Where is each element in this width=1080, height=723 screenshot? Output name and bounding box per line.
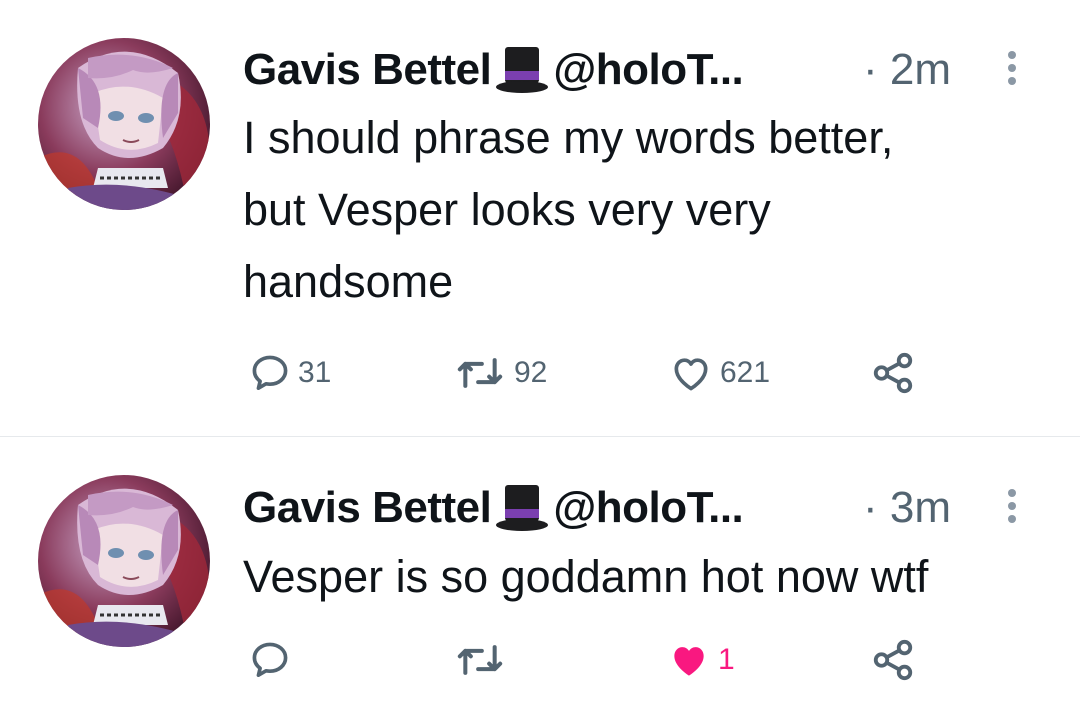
avatar[interactable] — [38, 38, 210, 210]
tweet-text: I should phrase my words better, but Ves… — [243, 102, 1043, 318]
reply-button[interactable] — [248, 630, 298, 690]
tweet-text-line: but Vesper looks very very — [243, 184, 771, 235]
retweet-button[interactable]: 92 — [452, 343, 547, 403]
like-count: 621 — [720, 356, 771, 389]
share-icon — [873, 352, 913, 394]
author-name[interactable]: Gavis Bettel — [243, 483, 492, 533]
share-button[interactable] — [870, 343, 916, 403]
author-handle[interactable]: @holoT... — [553, 45, 743, 95]
reply-count: 31 — [298, 356, 332, 389]
tweet-time[interactable]: · 3m — [863, 483, 951, 533]
author-handle[interactable]: @holoT... — [553, 483, 743, 533]
more-options-icon[interactable] — [1000, 484, 1024, 532]
like-count: 1 — [718, 643, 735, 676]
reply-icon — [252, 642, 288, 678]
tweet-actions: 1 — [248, 630, 948, 690]
reply-icon — [252, 355, 288, 391]
tweet-actions: 31 92 621 — [248, 343, 948, 403]
retweet-icon — [457, 358, 503, 388]
share-button[interactable] — [870, 630, 916, 690]
top-hat-icon — [493, 41, 551, 99]
retweet-icon — [457, 645, 503, 675]
tweet[interactable]: Gavis Bettel @holoT... · 3m Vesper is so… — [0, 437, 1080, 723]
tweet-text-line: I should phrase my words better, — [243, 112, 894, 163]
top-hat-icon — [493, 479, 551, 537]
retweet-count: 92 — [514, 356, 548, 389]
reply-button[interactable]: 31 — [248, 343, 331, 403]
retweet-button[interactable] — [452, 630, 514, 690]
author-name[interactable]: Gavis Bettel — [243, 45, 492, 95]
tweet-time[interactable]: · 2m — [863, 45, 951, 95]
tweet[interactable]: Gavis Bettel @holoT... · 2m I should phr… — [0, 0, 1080, 436]
tweet-text: Vesper is so goddamn hot now wtf — [243, 541, 1043, 613]
share-icon — [873, 639, 913, 681]
tweet-header: Gavis Bettel @holoT... · 2m — [243, 40, 1043, 100]
tweet-header: Gavis Bettel @holoT... · 3m — [243, 478, 1043, 538]
like-button[interactable]: 621 — [668, 343, 770, 403]
more-options-icon[interactable] — [1000, 46, 1024, 94]
like-button[interactable]: 1 — [666, 630, 735, 690]
heart-filled-icon — [674, 647, 704, 676]
tweet-text-line: handsome — [243, 256, 454, 307]
avatar[interactable] — [38, 475, 210, 647]
tweet-text-line: Vesper is so goddamn hot now wtf — [243, 551, 929, 602]
heart-icon — [674, 358, 708, 391]
